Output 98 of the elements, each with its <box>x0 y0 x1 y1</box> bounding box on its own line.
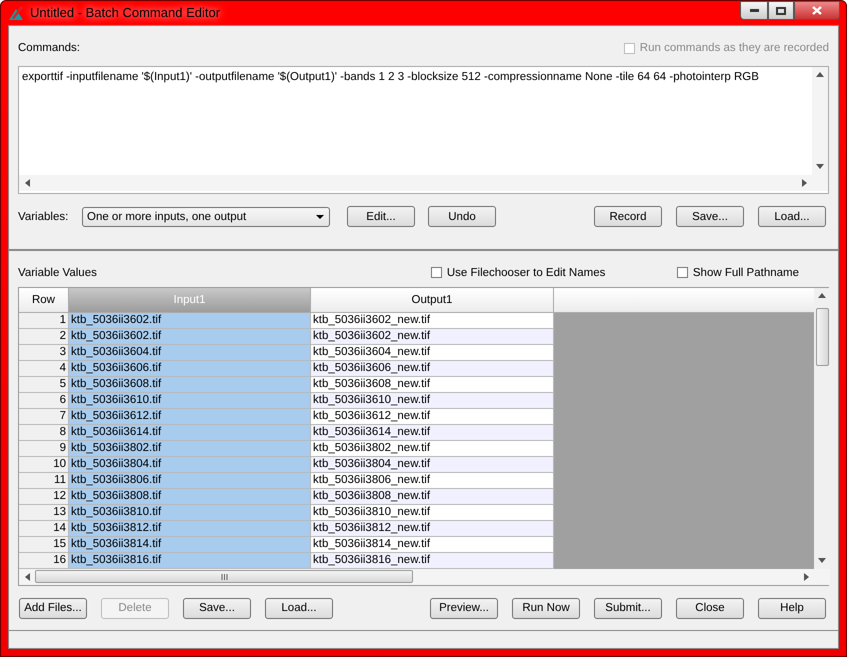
action-button[interactable]: Load... <box>265 598 333 619</box>
row-number: 12 <box>19 488 69 505</box>
variables-button[interactable]: Save... <box>676 206 744 228</box>
table-cell: ktb_5036ii3808.tif <box>69 488 311 505</box>
table-cell: ktb_5036ii3802_new.tif <box>311 440 554 457</box>
row-number: 4 <box>19 360 69 377</box>
variable-values-label: Variable Values <box>18 266 97 279</box>
table-cell: ktb_5036ii3606_new.tif <box>311 360 554 377</box>
table-cell: ktb_5036ii3612_new.tif <box>311 408 554 425</box>
row-number: 6 <box>19 392 69 409</box>
caret-icon <box>316 214 324 219</box>
table-cell: ktb_5036ii3602_new.tif <box>311 312 554 329</box>
action-button[interactable]: Preview... <box>430 598 498 619</box>
table-cell: ktb_5036ii3816.tif <box>69 552 311 569</box>
option-checkbox[interactable] <box>430 267 442 278</box>
window-title: Untitled - Batch Command Editor <box>30 5 220 20</box>
table-cell: ktb_5036ii3614.tif <box>69 424 311 441</box>
column-header[interactable]: Row <box>19 288 69 313</box>
right-arrow-icon[interactable] <box>802 178 806 187</box>
action-button[interactable]: Submit... <box>594 598 662 619</box>
row-number: 9 <box>19 440 69 457</box>
table-cell: ktb_5036ii3802.tif <box>69 440 311 457</box>
up-arrow-icon[interactable] <box>818 293 826 298</box>
table-cell: ktb_5036ii3804.tif <box>69 456 311 473</box>
table-cell: ktb_5036ii3602_new.tif <box>311 328 554 345</box>
row-number: 10 <box>19 456 69 473</box>
column-header[interactable]: Output1 <box>311 288 554 313</box>
left-arrow-icon[interactable] <box>24 178 30 187</box>
table-cell: ktb_5036ii3612.tif <box>69 408 311 425</box>
variables-button[interactable]: Load... <box>758 206 826 228</box>
row-number: 14 <box>19 520 69 537</box>
row-number: 16 <box>19 552 69 569</box>
action-button[interactable]: Help <box>758 598 826 619</box>
row-number: 11 <box>19 472 69 489</box>
table-cell: ktb_5036ii3614_new.tif <box>311 424 554 441</box>
variables-dropdown[interactable]: One or more inputs, one output <box>82 206 330 227</box>
right-arrow-icon[interactable] <box>804 572 808 581</box>
action-button[interactable]: Add Files... <box>19 598 87 619</box>
up-arrow-icon[interactable] <box>816 72 824 78</box>
table-cell: ktb_5036ii3604.tif <box>69 344 311 361</box>
variables-label: Variables: <box>18 210 70 223</box>
variables-button[interactable]: Edit... <box>347 206 415 228</box>
scrollbar-thumb[interactable] <box>816 308 828 366</box>
variables-button[interactable]: Undo <box>428 206 496 228</box>
table-vertical-scrollbar[interactable] <box>814 288 830 569</box>
row-number: 13 <box>19 504 69 521</box>
table-cell: ktb_5036ii3806_new.tif <box>311 472 554 489</box>
table-cell: ktb_5036ii3810_new.tif <box>311 504 554 521</box>
close-icon <box>812 6 822 15</box>
table-cell: ktb_5036ii3808_new.tif <box>311 488 554 505</box>
left-arrow-icon[interactable] <box>24 572 30 581</box>
table-cell: ktb_5036ii3812.tif <box>69 520 311 537</box>
commands-label: Commands: <box>18 42 80 54</box>
table-cell: ktb_5036ii3810.tif <box>69 504 311 521</box>
maximize-icon <box>776 6 786 14</box>
table-cell: ktb_5036ii3806.tif <box>69 472 311 489</box>
grip-icon <box>220 574 228 580</box>
run-as-recorded-label: Run commands as they are recorded <box>640 42 829 54</box>
action-button[interactable]: Save... <box>183 598 251 619</box>
table-cell: ktb_5036ii3604_new.tif <box>311 344 554 361</box>
scrollbar-thumb[interactable] <box>35 570 413 584</box>
row-number: 5 <box>19 376 69 393</box>
row-number: 2 <box>19 328 69 345</box>
down-arrow-icon[interactable] <box>816 164 824 170</box>
row-number: 1 <box>19 312 69 329</box>
minimize-button[interactable] <box>740 1 768 20</box>
table-cell: ktb_5036ii3608.tif <box>69 376 311 393</box>
action-button[interactable]: Run Now <box>512 598 580 619</box>
table-horizontal-scrollbar[interactable] <box>19 568 830 585</box>
table-cell: ktb_5036ii3610_new.tif <box>311 392 554 409</box>
option-checkbox[interactable] <box>676 267 688 278</box>
horizontal-scrollbar[interactable] <box>19 174 828 191</box>
app-icon <box>8 4 24 21</box>
table-cell: ktb_5036ii3812_new.tif <box>311 520 554 537</box>
table-cell: ktb_5036ii3608_new.tif <box>311 376 554 393</box>
table-cell: ktb_5036ii3804_new.tif <box>311 456 554 473</box>
row-number: 8 <box>19 424 69 441</box>
down-arrow-icon[interactable] <box>818 558 826 564</box>
vertical-scrollbar[interactable] <box>812 66 828 175</box>
table-cell: ktb_5036ii3610.tif <box>69 392 311 409</box>
maximize-button[interactable] <box>768 1 794 20</box>
close-button[interactable] <box>794 1 840 20</box>
row-number: 15 <box>19 536 69 553</box>
table-cell: ktb_5036ii3816_new.tif <box>311 552 554 569</box>
minimize-icon <box>750 9 758 12</box>
row-number: 7 <box>19 408 69 425</box>
table-cell: ktb_5036ii3814.tif <box>69 536 311 553</box>
table-cell: ktb_5036ii3602.tif <box>69 312 311 329</box>
command-text: exporttif -inputfilename '$(Input1)' -outputfilename '$(Output1)' -bands 1 2 3 -blocksize 512 -compressionname None -tile 64 64 -photointerp RGB <box>21 70 760 85</box>
variables-button[interactable]: Record <box>594 206 662 228</box>
commands-textarea[interactable]: exporttif -inputfilename '$(Input1)' -outputfilename '$(Output1)' -bands 1 2 3 -blocksize 512 -compressionname None -tile 64 64 -photointerp RGB <box>18 66 829 194</box>
option-label: Use Filechooser to Edit Names <box>446 266 606 279</box>
table-cell: ktb_5036ii3814_new.tif <box>311 536 554 553</box>
row-number: 3 <box>19 344 69 361</box>
option-label: Show Full Pathname <box>692 266 799 279</box>
action-button[interactable]: Close <box>676 598 744 619</box>
table-cell: ktb_5036ii3602.tif <box>69 328 311 345</box>
table-cell: ktb_5036ii3606.tif <box>69 360 311 377</box>
